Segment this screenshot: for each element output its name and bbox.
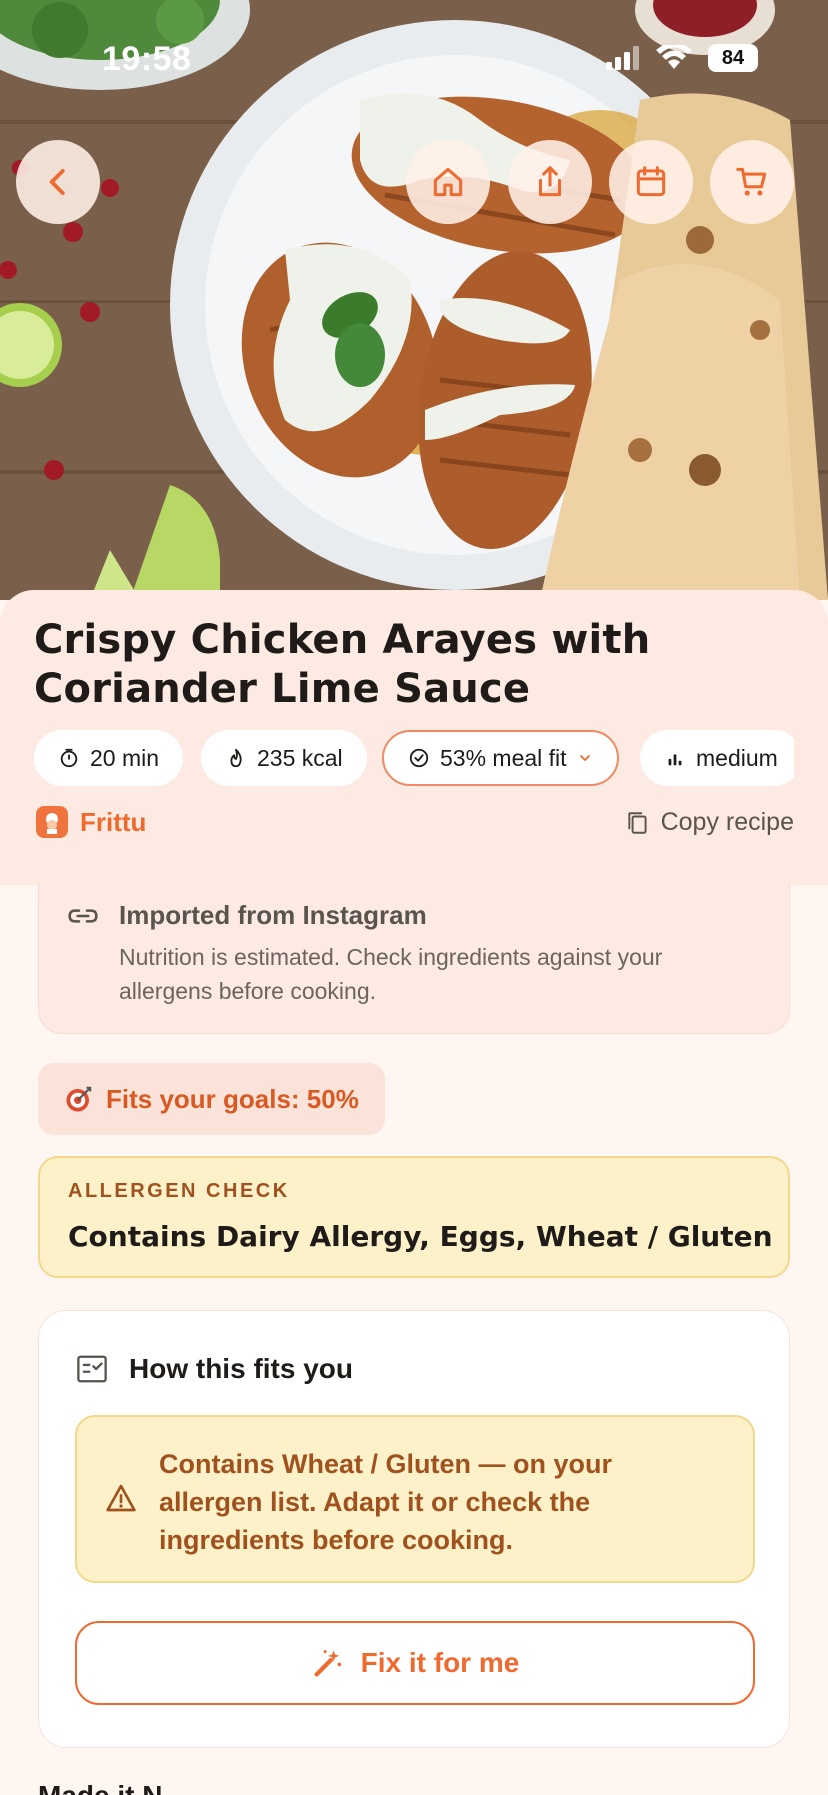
chef-logo-icon	[36, 806, 68, 838]
hero-image: 19:58 84	[0, 0, 828, 600]
share-button[interactable]	[508, 140, 592, 224]
fix-it-label: Fix it for me	[360, 1647, 520, 1678]
next-section-heading: Made it N	[38, 1780, 162, 1795]
home-button[interactable]	[406, 140, 490, 224]
calendar-icon	[636, 166, 666, 197]
recipe-header: Crispy Chicken Arayes with Coriander Lim…	[0, 590, 828, 885]
cart-icon	[736, 167, 767, 196]
fits-you-header: How this fits you	[75, 1353, 353, 1385]
copy-recipe-button[interactable]: Copy recipe	[625, 808, 794, 837]
timer-icon	[60, 748, 78, 768]
fits-you-title: How this fits you	[129, 1353, 353, 1384]
chevron-down-icon	[579, 755, 590, 761]
meal-fit-chip[interactable]: 53% meal fit	[382, 730, 619, 786]
calories-value: 235 kcal	[257, 744, 343, 771]
status-bar: 19:58 84	[0, 0, 828, 120]
battery-indicator: 84	[708, 44, 758, 72]
difficulty-value: medium	[696, 744, 778, 771]
calendar-button[interactable]	[609, 140, 693, 224]
back-button[interactable]	[16, 140, 100, 224]
target-icon	[66, 1086, 92, 1112]
brand-link[interactable]: Frittu	[36, 806, 146, 838]
import-text: Nutrition is estimated. Check ingredient…	[119, 944, 663, 1004]
import-notice: Imported from Instagram Nutrition is est…	[38, 882, 790, 1034]
warning-icon	[106, 1484, 136, 1512]
copy-icon	[627, 811, 647, 834]
cart-button[interactable]	[710, 140, 794, 224]
allergen-warning: Contains Wheat / Gluten — on your allerg…	[75, 1415, 755, 1583]
home-icon	[433, 167, 463, 197]
bars-icon	[668, 754, 682, 766]
chevron-left-icon	[49, 169, 65, 195]
copy-recipe-label: Copy recipe	[660, 808, 794, 836]
goals-fit-badge: Fits your goals: 50%	[38, 1063, 385, 1135]
flame-icon	[230, 748, 242, 768]
allergen-check: ALLERGEN CHECK Contains Dairy Allergy, E…	[38, 1156, 790, 1278]
fix-it-button[interactable]: Fix it for me	[75, 1621, 755, 1705]
meal-fit-value: 53% meal fit	[440, 744, 567, 771]
allergen-warning-text: Contains Wheat / Gluten — on your allerg…	[159, 1449, 613, 1555]
recipe-title: Crispy Chicken Arayes with Coriander Lim…	[34, 617, 651, 712]
status-time: 19:58	[102, 40, 192, 78]
allergen-check-text: Contains Dairy Allergy, Eggs, Wheat / Gl…	[68, 1220, 773, 1253]
goals-fit-label: Fits your goals: 50%	[106, 1083, 359, 1114]
time-chip[interactable]: 20 min	[34, 730, 184, 786]
time-value: 20 min	[90, 744, 160, 771]
calories-chip[interactable]: 235 kcal	[201, 730, 367, 786]
checklist-icon	[77, 1355, 107, 1383]
import-title: Imported from Instagram	[119, 900, 427, 930]
link-icon	[67, 900, 99, 937]
fits-you-card: How this fits you Contains Wheat / Glute…	[38, 1310, 790, 1748]
share-icon	[538, 166, 562, 197]
magic-wand-icon	[314, 1650, 341, 1677]
allergen-check-label: ALLERGEN CHECK	[68, 1180, 290, 1202]
check-circle-icon	[409, 748, 429, 768]
status-icons: 84	[606, 44, 758, 72]
signal-icon	[606, 46, 639, 70]
difficulty-chip[interactable]: medium	[640, 730, 794, 786]
wifi-icon	[656, 45, 692, 69]
recipe-chips: 20 min 235 kcal 53% meal fit medium	[34, 730, 794, 786]
brand-name: Frittu	[80, 806, 147, 837]
